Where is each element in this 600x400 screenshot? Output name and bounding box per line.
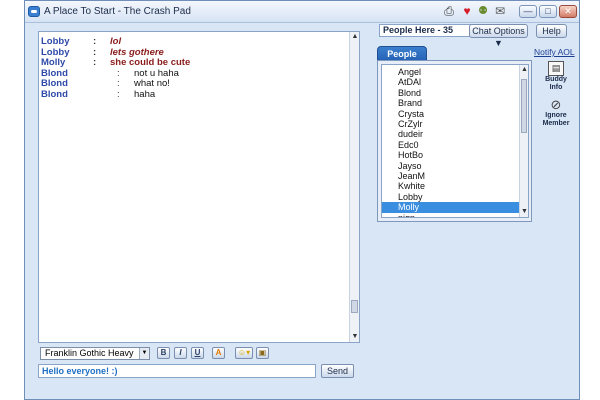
- people-panel: Angel AtDAl Blond Brand Crysta CrZylr dudeir Ed…: [377, 60, 532, 222]
- ignore-member-button[interactable]: ⊘ Ignore Member: [541, 97, 571, 128]
- window-title: A Place To Start - The Crash Pad: [44, 6, 191, 17]
- message-separator: :: [93, 46, 97, 58]
- print-icon[interactable]: ⎙: [442, 5, 456, 18]
- heart-icon[interactable]: ♥: [460, 5, 474, 18]
- buddy-info-label: Buddy Info: [545, 76, 567, 91]
- aol-app-icon: [28, 6, 40, 17]
- font-dropdown[interactable]: Franklin Gothic Heavy ▼: [40, 347, 150, 360]
- notify-aol-link[interactable]: Notify AOL: [534, 47, 575, 57]
- message-separator: :: [93, 36, 97, 47]
- people-list-item[interactable]: Angel: [382, 67, 519, 78]
- scroll-down-icon[interactable]: ▼: [350, 332, 360, 342]
- send-button[interactable]: Send: [321, 364, 354, 378]
- message-text: haha: [134, 88, 156, 100]
- help-button[interactable]: Help: [536, 24, 567, 38]
- scroll-down-icon[interactable]: ▼: [520, 207, 528, 217]
- buddy-card-icon: ▤: [548, 61, 564, 76]
- people-list-item[interactable]: Jayso: [382, 161, 519, 172]
- chat-options-button[interactable]: Chat Options ▼: [469, 24, 528, 48]
- people-list-item[interactable]: Molly: [382, 202, 519, 214]
- message-sender[interactable]: Blond: [41, 68, 68, 79]
- message-text: lets gothere: [110, 46, 164, 58]
- people-list-item[interactable]: Lobby: [382, 192, 519, 203]
- smiley-icon[interactable]: ☺▾: [235, 347, 253, 359]
- message-sender[interactable]: Blond: [41, 89, 68, 100]
- people-list-item[interactable]: AtDAl: [382, 77, 519, 88]
- message-separator: :: [117, 88, 120, 100]
- people-list[interactable]: Angel AtDAl Blond Brand Crysta CrZylr dudeir Ed…: [381, 64, 529, 218]
- maximize-button[interactable]: □: [539, 5, 557, 18]
- message-sender[interactable]: Lobby: [41, 36, 70, 47]
- people-list-item[interactable]: Brand: [382, 98, 519, 109]
- tab-people-here[interactable]: People Here: [377, 46, 427, 74]
- message-separator: :: [117, 78, 120, 89]
- buddy-info-button[interactable]: ▤ Buddy Info: [541, 61, 571, 92]
- scroll-up-icon[interactable]: ▲: [520, 65, 528, 75]
- scroll-up-icon[interactable]: ▲: [350, 32, 360, 42]
- people-list-item[interactable]: HotBo: [382, 150, 519, 161]
- close-button[interactable]: ✕: [559, 5, 577, 18]
- people-list-item[interactable]: JeanM: [382, 171, 519, 182]
- people-list-item[interactable]: Kwhite: [382, 181, 519, 192]
- italic-button[interactable]: I: [174, 347, 187, 359]
- font-dropdown-value: Franklin Gothic Heavy: [45, 348, 134, 358]
- message-text: not u haha: [134, 67, 179, 79]
- chat-window: A Place To Start - The Crash Pad ⎙ ♥ ⚉ ✉…: [24, 0, 580, 400]
- people-scrollbar[interactable]: ▲ ▼: [519, 65, 528, 217]
- chevron-down-icon[interactable]: ▼: [139, 348, 149, 359]
- mail-icon[interactable]: ✉: [491, 5, 509, 18]
- people-icon[interactable]: ⚉: [476, 5, 490, 18]
- chat-transcript[interactable]: Lobby: lol Lobby: lets gothere Molly: she cou…: [38, 31, 360, 343]
- insert-picture-icon[interactable]: ▣: [256, 347, 269, 359]
- scroll-thumb[interactable]: [351, 300, 358, 313]
- message-separator: :: [93, 57, 97, 68]
- people-list-item[interactable]: Crysta: [382, 109, 519, 120]
- scroll-thumb[interactable]: [521, 79, 527, 133]
- ignore-member-label: Ignore Member: [542, 112, 570, 127]
- people-list-item[interactable]: Blond: [382, 88, 519, 99]
- message-sender[interactable]: Lobby: [41, 47, 70, 58]
- chat-scrollbar[interactable]: ▲ ▼: [349, 32, 359, 342]
- message-text: what no!: [134, 78, 170, 89]
- underline-button[interactable]: U: [191, 347, 204, 359]
- text-color-button[interactable]: A: [212, 347, 225, 359]
- message-input[interactable]: Hello everyone! :): [38, 364, 316, 378]
- people-list-item[interactable]: dudeir: [382, 129, 519, 140]
- bold-button[interactable]: B: [157, 347, 170, 359]
- message-separator: :: [117, 67, 120, 79]
- message-text: lol: [110, 36, 122, 47]
- message-sender[interactable]: Molly: [41, 57, 65, 68]
- people-list-item[interactable]: nign: [382, 213, 519, 217]
- people-list-item[interactable]: Edc0: [382, 140, 519, 151]
- title-bar[interactable]: A Place To Start - The Crash Pad ⎙ ♥ ⚉ ✉…: [25, 1, 579, 23]
- message-text: she could be cute: [110, 57, 191, 68]
- minimize-button[interactable]: —: [519, 5, 537, 18]
- ignore-person-icon: ⊘: [550, 97, 562, 112]
- message-sender[interactable]: Blond: [41, 78, 68, 89]
- people-list-item[interactable]: CrZylr: [382, 119, 519, 130]
